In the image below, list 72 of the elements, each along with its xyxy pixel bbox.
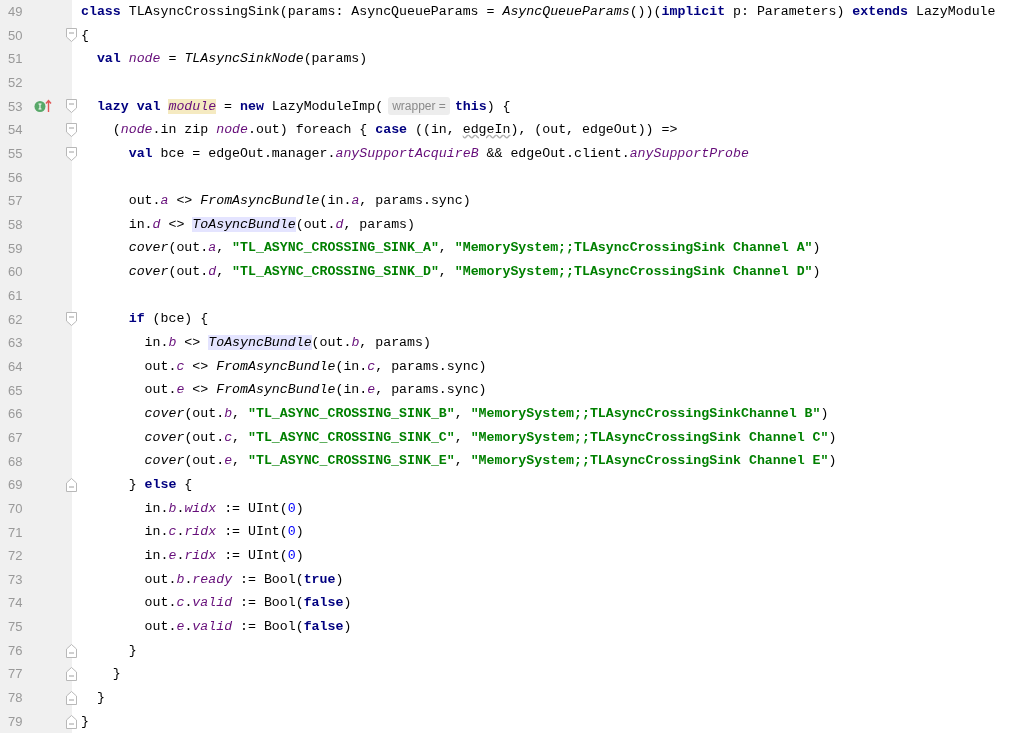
code-line: cover(out.e, "TL_ASYNC_CROSSING_SINK_E", "MemorySystem;;TLAsyncCrossingSink Channel E"): [144, 452, 837, 471]
line-number: 61: [7, 286, 24, 305]
code-line: if (bce) {: [128, 310, 209, 329]
line-number: 73: [7, 570, 24, 589]
code-line: in.c.ridx := UInt(0): [144, 523, 304, 542]
code-line: val bce = edgeOut.manager.anySupportAcquireB && edgeOut.client.anySupportProbe: [128, 144, 749, 163]
code-line: (node.in zip node.out) foreach { case ((in, edgeIn), (out, edgeOut)) =>: [112, 121, 678, 140]
line-number: 69: [7, 476, 24, 495]
code-line: cover(out.b, "TL_ASYNC_CROSSING_SINK_B", "MemorySystem;;TLAsyncCrossingSinkChannel B"): [144, 405, 829, 424]
code-line: cover(out.d, "TL_ASYNC_CROSSING_SINK_D", "MemorySystem;;TLAsyncCrossingSink Channel D"): [128, 263, 821, 282]
line-number: 72: [7, 547, 24, 566]
code-line: in.d <> ToAsyncBundle(out.d, params): [128, 215, 415, 234]
implementation-marker-icon[interactable]: [34, 99, 52, 114]
line-number: 55: [7, 145, 24, 163]
line-number: 67: [7, 428, 24, 447]
line-number: 63: [7, 334, 24, 353]
line-number: 71: [7, 523, 24, 542]
code-line: lazy val module = new LazyModuleImp(: [96, 97, 384, 116]
line-number: 49: [7, 3, 24, 22]
line-number: 75: [7, 618, 24, 637]
fold-icon[interactable]: [66, 643, 77, 658]
fold-icon[interactable]: [66, 123, 77, 138]
code-line: out.e <> FromAsyncBundle(in.e, params.sync): [144, 381, 487, 400]
line-number: 78: [7, 689, 24, 708]
line-number: 56: [7, 168, 24, 187]
code-line: in.b.widx := UInt(0): [144, 499, 304, 518]
line-number: 64: [7, 357, 24, 376]
line-number: 58: [7, 216, 24, 234]
line-number: 52: [7, 74, 24, 93]
fold-icon[interactable]: [66, 690, 77, 705]
line-number: 68: [7, 452, 24, 471]
line-number: 77: [7, 665, 24, 684]
line-number: 59: [7, 239, 24, 258]
fold-icon[interactable]: [66, 146, 77, 161]
code-line: } else {: [128, 476, 193, 494]
fold-icon[interactable]: [66, 312, 77, 327]
code-line: in.e.ridx := UInt(0): [144, 547, 304, 565]
fold-icon[interactable]: [66, 99, 77, 114]
code-line: out.b.ready := Bool(true): [144, 570, 344, 589]
code-line: }: [128, 641, 137, 660]
line-number: 74: [7, 594, 24, 613]
code-line: out.e.valid := Bool(false): [144, 617, 352, 636]
code-line: }: [81, 712, 89, 731]
code-line: cover(out.c, "TL_ASYNC_CROSSING_SINK_C", "MemorySystem;;TLAsyncCrossingSink Channel C"): [144, 428, 837, 447]
fold-icon[interactable]: [66, 477, 77, 492]
fold-icon[interactable]: [66, 28, 77, 43]
code-line: class TLAsyncCrossingSink(params: AsyncQueueParams = AsyncQueueParams())(implicit p: Parameters) extends LazyModule: [81, 2, 996, 21]
code-line: out.c <> FromAsyncBundle(in.c, params.sync): [144, 357, 487, 376]
code-line: in.b <> ToAsyncBundle(out.b, params): [144, 334, 431, 353]
code-line: out.c.valid := Bool(false): [144, 594, 352, 613]
line-number: 50: [7, 26, 24, 45]
code-line: out.a <> FromAsyncBundle(in.a, params.sync): [128, 192, 471, 211]
code-line: cover(out.a, "TL_ASYNC_CROSSING_SINK_A", "MemorySystem;;TLAsyncCrossingSink Channel A"): [128, 239, 821, 258]
fold-icon[interactable]: [66, 667, 77, 682]
code-line: this) {: [454, 97, 511, 116]
line-number: 51: [7, 50, 24, 69]
line-number: 62: [7, 310, 24, 329]
code-line: {: [81, 26, 89, 45]
code-line: }: [112, 665, 121, 684]
parameter-hint: wrapper =: [388, 97, 450, 116]
line-number: 79: [7, 712, 24, 731]
line-number: 60: [7, 263, 24, 282]
code-line: val node = TLAsyncSinkNode(params): [96, 50, 368, 69]
line-number: 53: [7, 97, 24, 116]
line-number: 65: [7, 381, 24, 400]
code-line: }: [96, 688, 105, 707]
line-number: 57: [7, 192, 24, 211]
fold-icon[interactable]: [66, 714, 77, 729]
line-number: 54: [7, 121, 24, 140]
line-number: 70: [7, 499, 24, 518]
line-number: 66: [7, 405, 24, 424]
line-number: 76: [7, 641, 24, 660]
